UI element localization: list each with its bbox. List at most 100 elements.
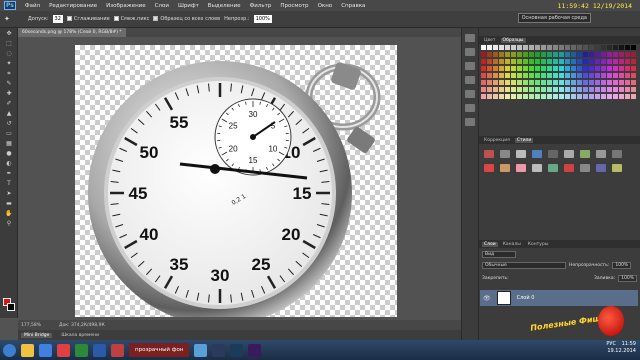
swatch[interactable]	[481, 94, 486, 99]
swatch[interactable]	[583, 73, 588, 78]
swatch[interactable]	[493, 87, 498, 92]
swatch[interactable]	[595, 80, 600, 85]
character-panel-icon[interactable]	[465, 90, 475, 98]
swatch[interactable]	[559, 52, 564, 57]
swatch[interactable]	[595, 66, 600, 71]
pen-tool-icon[interactable]: ✒	[2, 169, 16, 178]
swatch[interactable]	[559, 45, 564, 50]
swatch[interactable]	[613, 59, 618, 64]
swatch[interactable]	[625, 73, 630, 78]
style-preset[interactable]	[612, 150, 622, 158]
background-color-swatch[interactable]	[7, 303, 15, 311]
eyedropper-tool-icon[interactable]: ✎	[2, 79, 16, 88]
style-preset[interactable]	[548, 164, 558, 172]
swatch[interactable]	[517, 87, 522, 92]
swatch[interactable]	[595, 52, 600, 57]
swatch[interactable]	[625, 94, 630, 99]
swatch[interactable]	[619, 52, 624, 57]
fill-input[interactable]: 100%	[618, 275, 637, 282]
tab-styles[interactable]: Стили	[514, 137, 534, 143]
swatch[interactable]	[535, 73, 540, 78]
zoom-tool-icon[interactable]: ⚲	[2, 219, 16, 228]
swatch[interactable]	[601, 45, 606, 50]
swatch[interactable]	[577, 73, 582, 78]
swatch[interactable]	[559, 87, 564, 92]
swatch[interactable]	[589, 59, 594, 64]
style-preset[interactable]	[596, 164, 606, 172]
swatch[interactable]	[493, 59, 498, 64]
swatch[interactable]	[631, 52, 636, 57]
swatch[interactable]	[589, 73, 594, 78]
swatch[interactable]	[481, 45, 486, 50]
swatch[interactable]	[595, 73, 600, 78]
swatch[interactable]	[589, 52, 594, 57]
swatch[interactable]	[607, 59, 612, 64]
brush-tool-icon[interactable]: ✐	[2, 99, 16, 108]
tab-color[interactable]: Цвет	[482, 38, 498, 43]
tab-mini-bridge[interactable]: Mini Bridge	[21, 332, 53, 338]
swatch[interactable]	[577, 45, 582, 50]
swatch[interactable]	[577, 59, 582, 64]
stamp-tool-icon[interactable]: ▲	[2, 109, 16, 118]
swatch[interactable]	[535, 80, 540, 85]
swatch[interactable]	[553, 66, 558, 71]
magic-wand-icon[interactable]: ✦	[4, 15, 10, 23]
actions-panel-icon[interactable]	[465, 48, 475, 56]
swatch[interactable]	[553, 73, 558, 78]
swatch[interactable]	[487, 87, 492, 92]
swatch[interactable]	[577, 94, 582, 99]
style-preset[interactable]	[564, 150, 574, 158]
swatch[interactable]	[517, 80, 522, 85]
swatch[interactable]	[481, 87, 486, 92]
swatch[interactable]	[619, 73, 624, 78]
swatch[interactable]	[577, 80, 582, 85]
blend-mode-select[interactable]: Обычные	[482, 262, 566, 269]
swatch[interactable]	[481, 52, 486, 57]
swatch[interactable]	[571, 87, 576, 92]
swatch[interactable]	[631, 59, 636, 64]
swatch[interactable]	[601, 87, 606, 92]
lightroom-icon[interactable]	[212, 343, 226, 357]
contiguous-checkbox[interactable]	[113, 16, 119, 21]
swatch[interactable]	[589, 80, 594, 85]
swatch[interactable]	[511, 73, 516, 78]
menu-select[interactable]: Выделение	[208, 3, 241, 9]
gradient-tool-icon[interactable]: ▦	[2, 139, 16, 148]
swatch[interactable]	[571, 45, 576, 50]
swatch[interactable]	[619, 45, 624, 50]
swatch[interactable]	[571, 73, 576, 78]
swatch[interactable]	[529, 87, 534, 92]
swatch[interactable]	[499, 66, 504, 71]
swatch[interactable]	[583, 80, 588, 85]
menu-image[interactable]: Изображение	[106, 3, 146, 9]
tolerance-input[interactable]: 32	[52, 15, 63, 23]
swatch[interactable]	[541, 66, 546, 71]
swatch[interactable]	[601, 66, 606, 71]
swatch[interactable]	[523, 94, 528, 99]
swatch[interactable]	[577, 66, 582, 71]
swatch[interactable]	[493, 66, 498, 71]
app-icon[interactable]	[194, 343, 208, 357]
swatch[interactable]	[565, 87, 570, 92]
swatch[interactable]	[565, 66, 570, 71]
swatch[interactable]	[607, 52, 612, 57]
properties-panel-icon[interactable]	[465, 62, 475, 70]
swatch[interactable]	[547, 45, 552, 50]
antialias-option[interactable]: Сглаживание	[66, 16, 110, 22]
swatch[interactable]	[511, 87, 516, 92]
swatch[interactable]	[613, 45, 618, 50]
swatch[interactable]	[631, 94, 636, 99]
lasso-tool-icon[interactable]: ◌	[2, 49, 16, 58]
swatch[interactable]	[583, 87, 588, 92]
swatch[interactable]	[535, 45, 540, 50]
swatch[interactable]	[631, 73, 636, 78]
swatch[interactable]	[511, 66, 516, 71]
swatch[interactable]	[601, 94, 606, 99]
swatch[interactable]	[511, 45, 516, 50]
swatch[interactable]	[583, 66, 588, 71]
swatch[interactable]	[577, 52, 582, 57]
style-preset[interactable]	[548, 150, 558, 158]
swatch[interactable]	[613, 52, 618, 57]
ie-icon[interactable]	[39, 343, 52, 357]
swatch[interactable]	[487, 80, 492, 85]
